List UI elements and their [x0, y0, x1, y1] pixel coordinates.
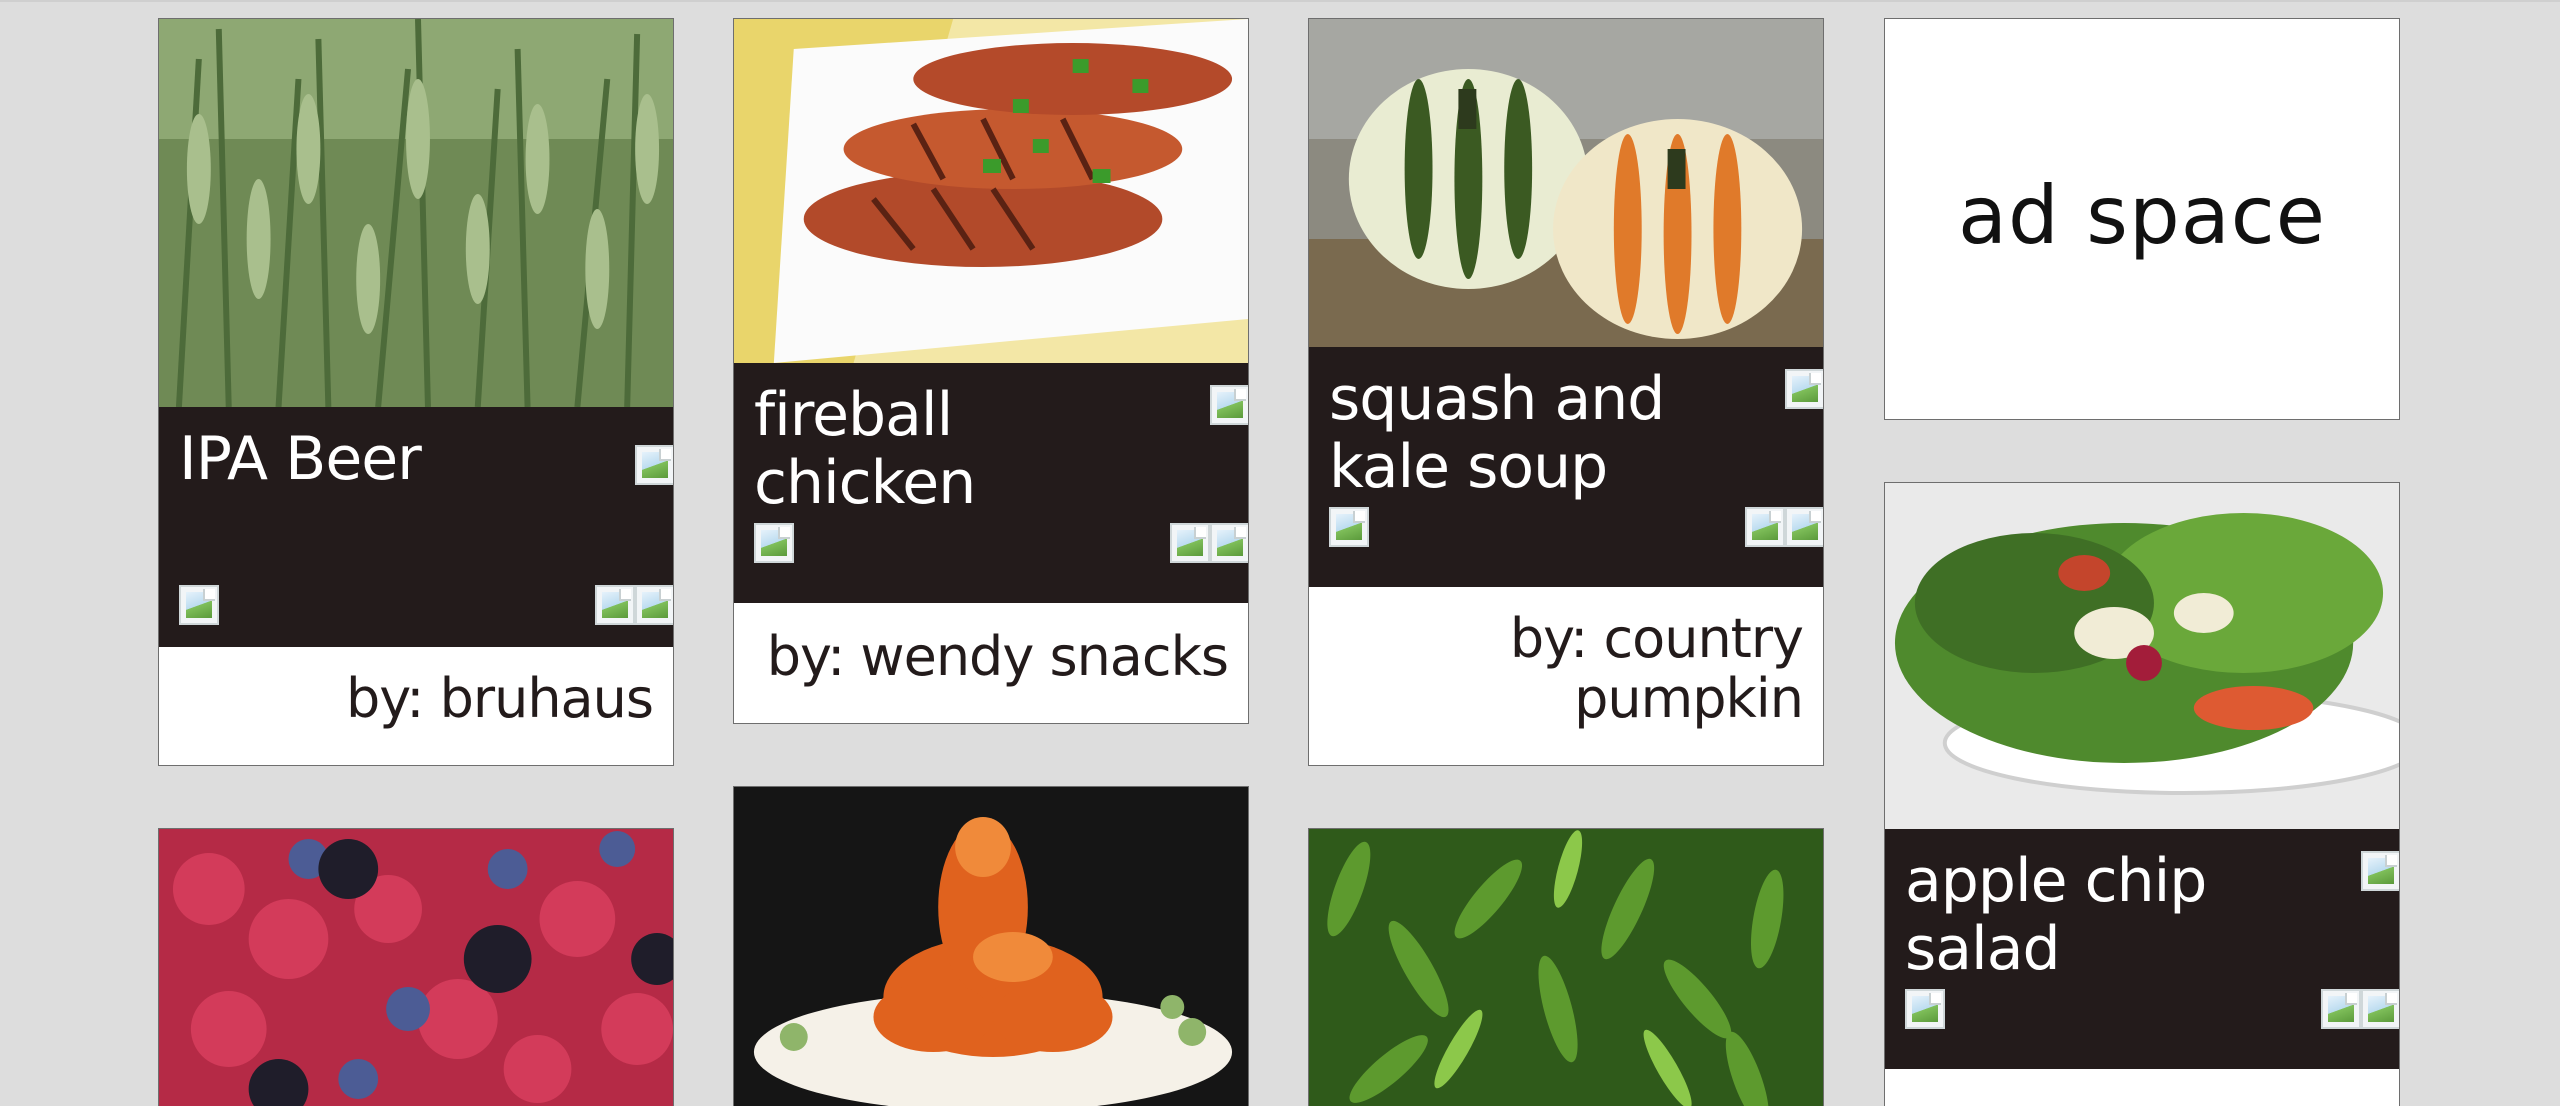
- broken-image-icon: [1905, 989, 1945, 1029]
- top-divider: [0, 0, 2560, 2]
- title-band: IPA Beer: [159, 407, 673, 647]
- berries-photo: [159, 829, 673, 1106]
- salad-photo: [1885, 483, 2399, 829]
- barley-field-photo: [159, 19, 673, 407]
- recipe-card-berries[interactable]: [158, 828, 674, 1106]
- recipe-card-ipa-beer[interactable]: IPA Beer by: bruhaus: [158, 18, 674, 766]
- broken-image-icon: [635, 445, 673, 485]
- green-peppers-photo: [1309, 829, 1823, 1106]
- recipe-card-squash-soup[interactable]: squash and kale soup by: country pumpkin: [1308, 18, 1824, 766]
- recipe-author[interactable]: by: country pumpkin: [1503, 609, 1804, 729]
- broken-image-icon: [179, 585, 219, 625]
- broken-image-icon: [1329, 507, 1369, 547]
- broken-image-icon: [1210, 523, 1248, 563]
- orange-chicken-photo: [734, 787, 1248, 1106]
- recipe-card-fireball-chicken[interactable]: fireball chicken by: wendy snacks: [733, 18, 1249, 724]
- recipe-title[interactable]: IPA Beer: [179, 425, 599, 493]
- title-band: apple chip salad: [1885, 829, 2399, 1069]
- recipe-title[interactable]: squash and kale soup: [1329, 365, 1729, 501]
- title-band: fireball chicken: [734, 363, 1248, 603]
- recipe-title[interactable]: apple chip salad: [1905, 847, 2235, 983]
- broken-image-icon: [595, 585, 635, 625]
- recipe-card-peppers[interactable]: [1308, 828, 1824, 1106]
- broken-image-icon: [2361, 989, 2399, 1029]
- recipe-author[interactable]: by: bruhaus: [346, 669, 654, 729]
- broken-image-icon: [2321, 989, 2361, 1029]
- grilled-chicken-photo: [734, 19, 1248, 363]
- recipe-author[interactable]: by: wendy snacks: [767, 627, 1229, 687]
- broken-image-icon: [1785, 369, 1823, 409]
- recipe-title[interactable]: fireball chicken: [754, 381, 1094, 517]
- broken-image-icon: [1785, 507, 1823, 547]
- broken-image-icon: [1210, 385, 1248, 425]
- broken-image-icon: [2361, 851, 2399, 891]
- broken-image-icon: [754, 523, 794, 563]
- title-band: squash and kale soup: [1309, 347, 1823, 587]
- broken-image-icon: [1170, 523, 1210, 563]
- ad-space-box[interactable]: ad space: [1884, 18, 2400, 420]
- squash-photo: [1309, 19, 1823, 347]
- broken-image-icon: [1745, 507, 1785, 547]
- recipe-card-apple-chip-salad[interactable]: apple chip salad: [1884, 482, 2400, 1106]
- ad-space-text: ad space: [1958, 169, 2326, 262]
- recipe-card-orange-chicken[interactable]: [733, 786, 1249, 1106]
- broken-image-icon: [635, 585, 673, 625]
